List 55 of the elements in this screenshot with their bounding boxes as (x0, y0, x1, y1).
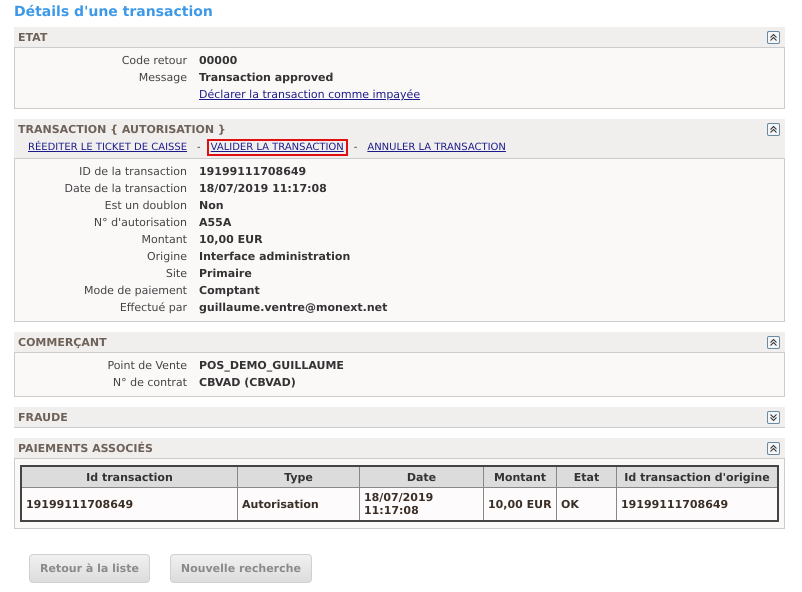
action-link[interactable]: RÉEDITER LE TICKET DE CAISSE (24, 139, 192, 156)
section-title: PAIEMENTS ASSOCIÉS (18, 442, 153, 455)
field-value: guillaume.ventre@monext.net (199, 301, 388, 314)
field-value: Transaction approved (199, 71, 334, 84)
section-title: FRAUDE (18, 411, 68, 424)
field-label: Point de Vente (106, 359, 188, 372)
expand-icon[interactable] (767, 411, 780, 424)
field-label: Effectué par (118, 301, 188, 314)
field-label: Date de la transaction (64, 182, 188, 195)
field-label: ID de la transaction (78, 165, 188, 178)
table-cell: 19199111708649 (21, 488, 238, 521)
action-link[interactable]: VALIDER LA TRANSACTION (206, 139, 348, 156)
field-value: Comptant (199, 284, 260, 297)
section-title: ETAT (18, 31, 48, 44)
column-header: Date (360, 466, 484, 488)
table-cell: Autorisation (238, 488, 360, 521)
column-header: Id transaction d'origine (616, 466, 778, 488)
table-cell: 19199111708649 (616, 488, 778, 521)
column-header: Type (238, 466, 360, 488)
collapse-icon[interactable] (767, 336, 780, 349)
field-label: Origine (146, 250, 188, 263)
separator-text: - (197, 142, 201, 153)
column-header: Etat (556, 466, 616, 488)
field-label: Mode de paiement (82, 284, 188, 297)
field-value: POS_DEMO_GUILLAUME (199, 359, 344, 372)
field-label: N° d'autorisation (92, 216, 188, 229)
field-value: 18/07/2019 11:17:08 (199, 182, 327, 195)
collapse-icon[interactable] (767, 442, 780, 455)
field-label: N° de contrat (112, 376, 188, 389)
section-title: COMMERÇANT (18, 336, 107, 349)
collapse-icon[interactable] (767, 31, 780, 44)
separator-text: - (354, 142, 358, 153)
field-label: Montant (140, 233, 188, 246)
field-label: Message (138, 71, 188, 84)
field-value: 00000 (199, 54, 238, 67)
field-value: 10,00 EUR (199, 233, 263, 246)
section-title: TRANSACTION { AUTORISATION } (18, 123, 226, 136)
table-cell: 18/07/2019 11:17:08 (360, 488, 484, 521)
field-value: 19199111708649 (199, 165, 306, 178)
field-label: Site (164, 267, 188, 280)
column-header: Id transaction (21, 466, 238, 488)
field-value: Interface administration (199, 250, 350, 263)
column-header: Montant (484, 466, 556, 488)
field-value: Non (199, 199, 224, 212)
collapse-icon[interactable] (767, 123, 780, 136)
field-value: Primaire (199, 267, 252, 280)
field-label: Code retour (120, 54, 188, 67)
field-value: A55A (199, 216, 232, 229)
page-title: Détails d'une transaction (14, 4, 214, 20)
link[interactable]: Déclarer la transaction comme impayée (199, 88, 420, 101)
field-value: CBVAD (CBVAD) (199, 376, 296, 389)
action-link[interactable]: ANNULER LA TRANSACTION (363, 139, 510, 156)
field-label: Est un doublon (104, 199, 188, 212)
table-cell: 10,00 EUR (484, 488, 556, 521)
table-cell: OK (556, 488, 616, 521)
